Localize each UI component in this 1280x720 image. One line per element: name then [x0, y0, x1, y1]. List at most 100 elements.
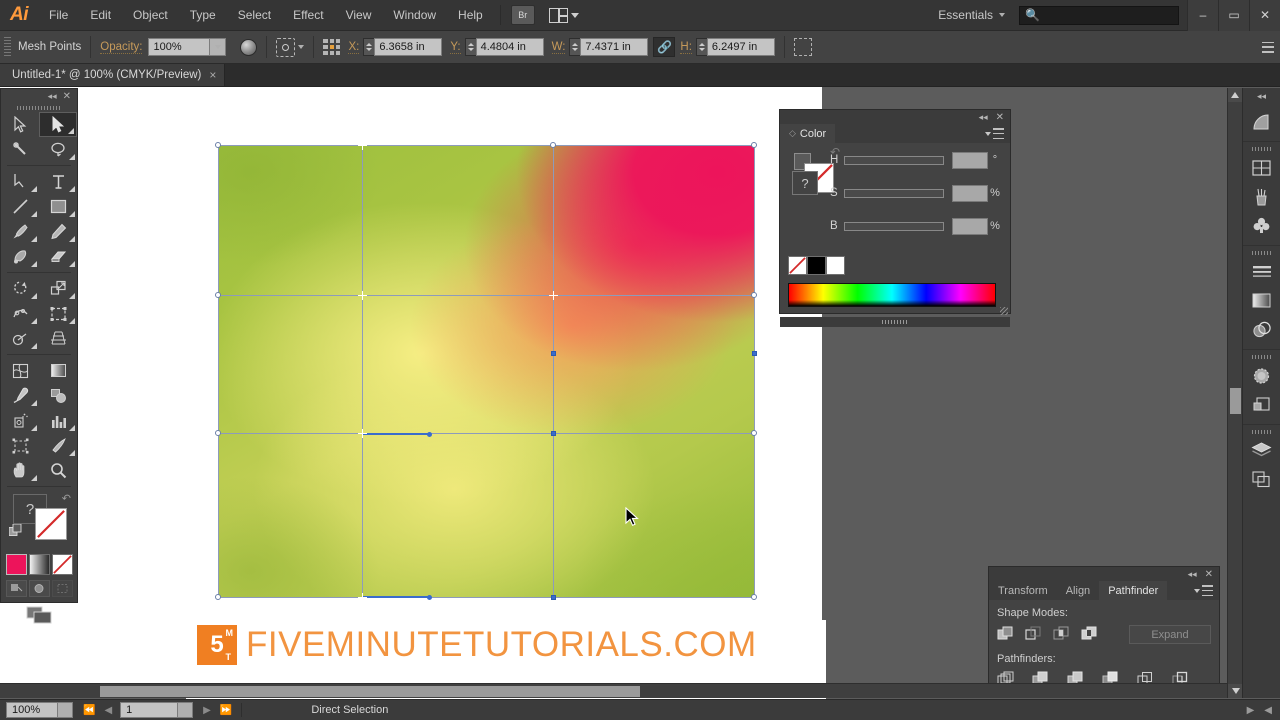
tab-color[interactable]: ◇ Color	[780, 124, 836, 143]
scroll-down-button[interactable]	[1228, 684, 1243, 698]
stroke-panel-icon[interactable]	[1243, 257, 1280, 286]
menu-item-object[interactable]: Object	[122, 0, 179, 31]
mesh-point[interactable]	[550, 142, 556, 148]
minimize-button[interactable]: –	[1187, 0, 1218, 31]
graphic-styles-panel-icon[interactable]	[1243, 390, 1280, 419]
stroke-swatch[interactable]	[35, 508, 67, 540]
color-panel-menu-button[interactable]	[985, 124, 1010, 143]
mesh-point-selected[interactable]	[550, 350, 556, 356]
line-segment-tool[interactable]	[1, 194, 39, 219]
none-swatch[interactable]	[788, 256, 807, 275]
layers-panel-icon[interactable]	[1243, 436, 1280, 465]
exclude-button[interactable]	[1081, 626, 1098, 643]
column-graph-tool[interactable]	[39, 408, 77, 433]
scale-tool[interactable]	[39, 276, 77, 301]
mesh-point-selected[interactable]	[751, 350, 757, 356]
panel-resize-grip[interactable]	[1000, 307, 1008, 315]
direct-selection-tool[interactable]	[39, 112, 77, 137]
gradient-tool[interactable]	[39, 358, 77, 383]
close-panel-icon[interactable]: ✕	[63, 91, 71, 102]
dock-group-grip[interactable]	[1243, 249, 1280, 257]
h-input[interactable]: 6.2497 in	[706, 38, 775, 56]
default-fill-stroke-icon[interactable]	[9, 524, 22, 537]
none-fill-mode[interactable]	[51, 554, 73, 575]
mesh-point[interactable]	[357, 140, 367, 150]
swatches-panel-icon[interactable]	[1243, 153, 1280, 182]
close-panel-icon[interactable]: ✕	[996, 112, 1004, 123]
opacity-dropdown[interactable]	[210, 38, 227, 56]
dock-group-grip[interactable]	[1243, 145, 1280, 153]
mesh-point[interactable]	[357, 290, 367, 300]
mesh-point[interactable]	[215, 292, 221, 298]
mesh-point[interactable]	[215, 142, 221, 148]
paintbrush-tool[interactable]	[1, 219, 39, 244]
next-artboard-icon[interactable]: ▶	[203, 705, 211, 716]
x-stepper[interactable]	[363, 38, 375, 56]
intersect-button[interactable]	[1053, 626, 1070, 643]
mesh-point[interactable]	[357, 428, 367, 438]
opacity-control[interactable]: 100%	[148, 38, 227, 56]
menu-item-window[interactable]: Window	[382, 0, 447, 31]
expand-dock-icon[interactable]: ◂◂	[1257, 91, 1266, 102]
mesh-point[interactable]	[215, 594, 221, 600]
color-panel-footer[interactable]	[780, 317, 1010, 327]
y-input[interactable]: 4.4804 in	[475, 38, 544, 56]
lasso-tool[interactable]	[39, 137, 77, 162]
arrange-documents-button[interactable]	[548, 7, 579, 23]
opacity-value[interactable]: 100%	[148, 38, 211, 56]
hue-spectrum-bar[interactable]	[788, 283, 996, 307]
menu-item-effect[interactable]: Effect	[282, 0, 334, 31]
brightness-slider[interactable]	[844, 221, 944, 231]
zoom-level-input[interactable]: 100%	[6, 702, 58, 718]
bridge-button[interactable]: Br	[510, 5, 535, 25]
draw-inside-mode[interactable]	[51, 580, 73, 597]
mesh-point[interactable]	[548, 290, 558, 300]
reference-point-grid-icon[interactable]	[323, 38, 341, 56]
hand-tool[interactable]	[1, 458, 39, 483]
mesh-handle-dot-1[interactable]	[426, 431, 432, 437]
gradient2-panel-icon[interactable]	[1243, 286, 1280, 315]
h-stepper[interactable]	[695, 38, 707, 56]
artboard-tool[interactable]	[1, 433, 39, 458]
draw-behind-mode[interactable]	[28, 580, 50, 597]
control-bar-grip[interactable]	[4, 37, 11, 57]
hue-slider[interactable]	[844, 155, 944, 165]
w-stepper[interactable]	[569, 38, 581, 56]
mesh-point[interactable]	[751, 594, 757, 600]
opacity-label[interactable]: Opacity:	[100, 41, 143, 54]
width-tool[interactable]	[1, 301, 39, 326]
eyedropper-tool[interactable]	[1, 383, 39, 408]
maximize-button[interactable]: ▭	[1218, 0, 1249, 31]
zoom-dropdown-button[interactable]	[58, 702, 73, 718]
horizontal-scrollbar[interactable]	[0, 683, 1227, 698]
menu-item-select[interactable]: Select	[227, 0, 282, 31]
pen-tool[interactable]	[1, 169, 39, 194]
dock-group-grip[interactable]	[1243, 353, 1280, 361]
vertical-scrollbar[interactable]	[1227, 88, 1243, 698]
brightness-value[interactable]	[952, 217, 988, 235]
vertical-scroll-thumb[interactable]	[1230, 388, 1241, 414]
isolate-selection-button[interactable]	[276, 37, 305, 57]
draw-normal-mode[interactable]	[5, 580, 27, 597]
x-field-group[interactable]: 6.3658 in	[363, 38, 443, 56]
mesh-tool[interactable]	[1, 358, 39, 383]
control-bar-overflow[interactable]	[1262, 41, 1274, 53]
shape-builder-tool[interactable]	[1, 326, 39, 351]
menu-item-view[interactable]: View	[335, 0, 383, 31]
expand-button[interactable]: Expand	[1129, 625, 1211, 644]
menu-item-edit[interactable]: Edit	[79, 0, 122, 31]
color-fill-mode[interactable]	[5, 554, 27, 575]
saturation-value[interactable]	[952, 184, 988, 202]
transparency-panel-icon[interactable]	[1243, 315, 1280, 344]
mesh-point[interactable]	[751, 142, 757, 148]
search-box[interactable]: 🔍	[1019, 5, 1179, 25]
close-button[interactable]: ✕	[1249, 0, 1280, 31]
rectangle-tool[interactable]	[39, 194, 77, 219]
align-to-selection-icon[interactable]	[793, 38, 812, 56]
w-input[interactable]: 7.4371 in	[580, 38, 649, 56]
previous-artboard-icon[interactable]: ◀	[104, 705, 112, 716]
type-tool[interactable]	[39, 169, 77, 194]
appearance-panel-icon[interactable]	[1243, 361, 1280, 390]
gradient-panel-icon[interactable]	[1243, 107, 1280, 136]
constrain-proportions-icon[interactable]: 🔗	[653, 37, 676, 57]
